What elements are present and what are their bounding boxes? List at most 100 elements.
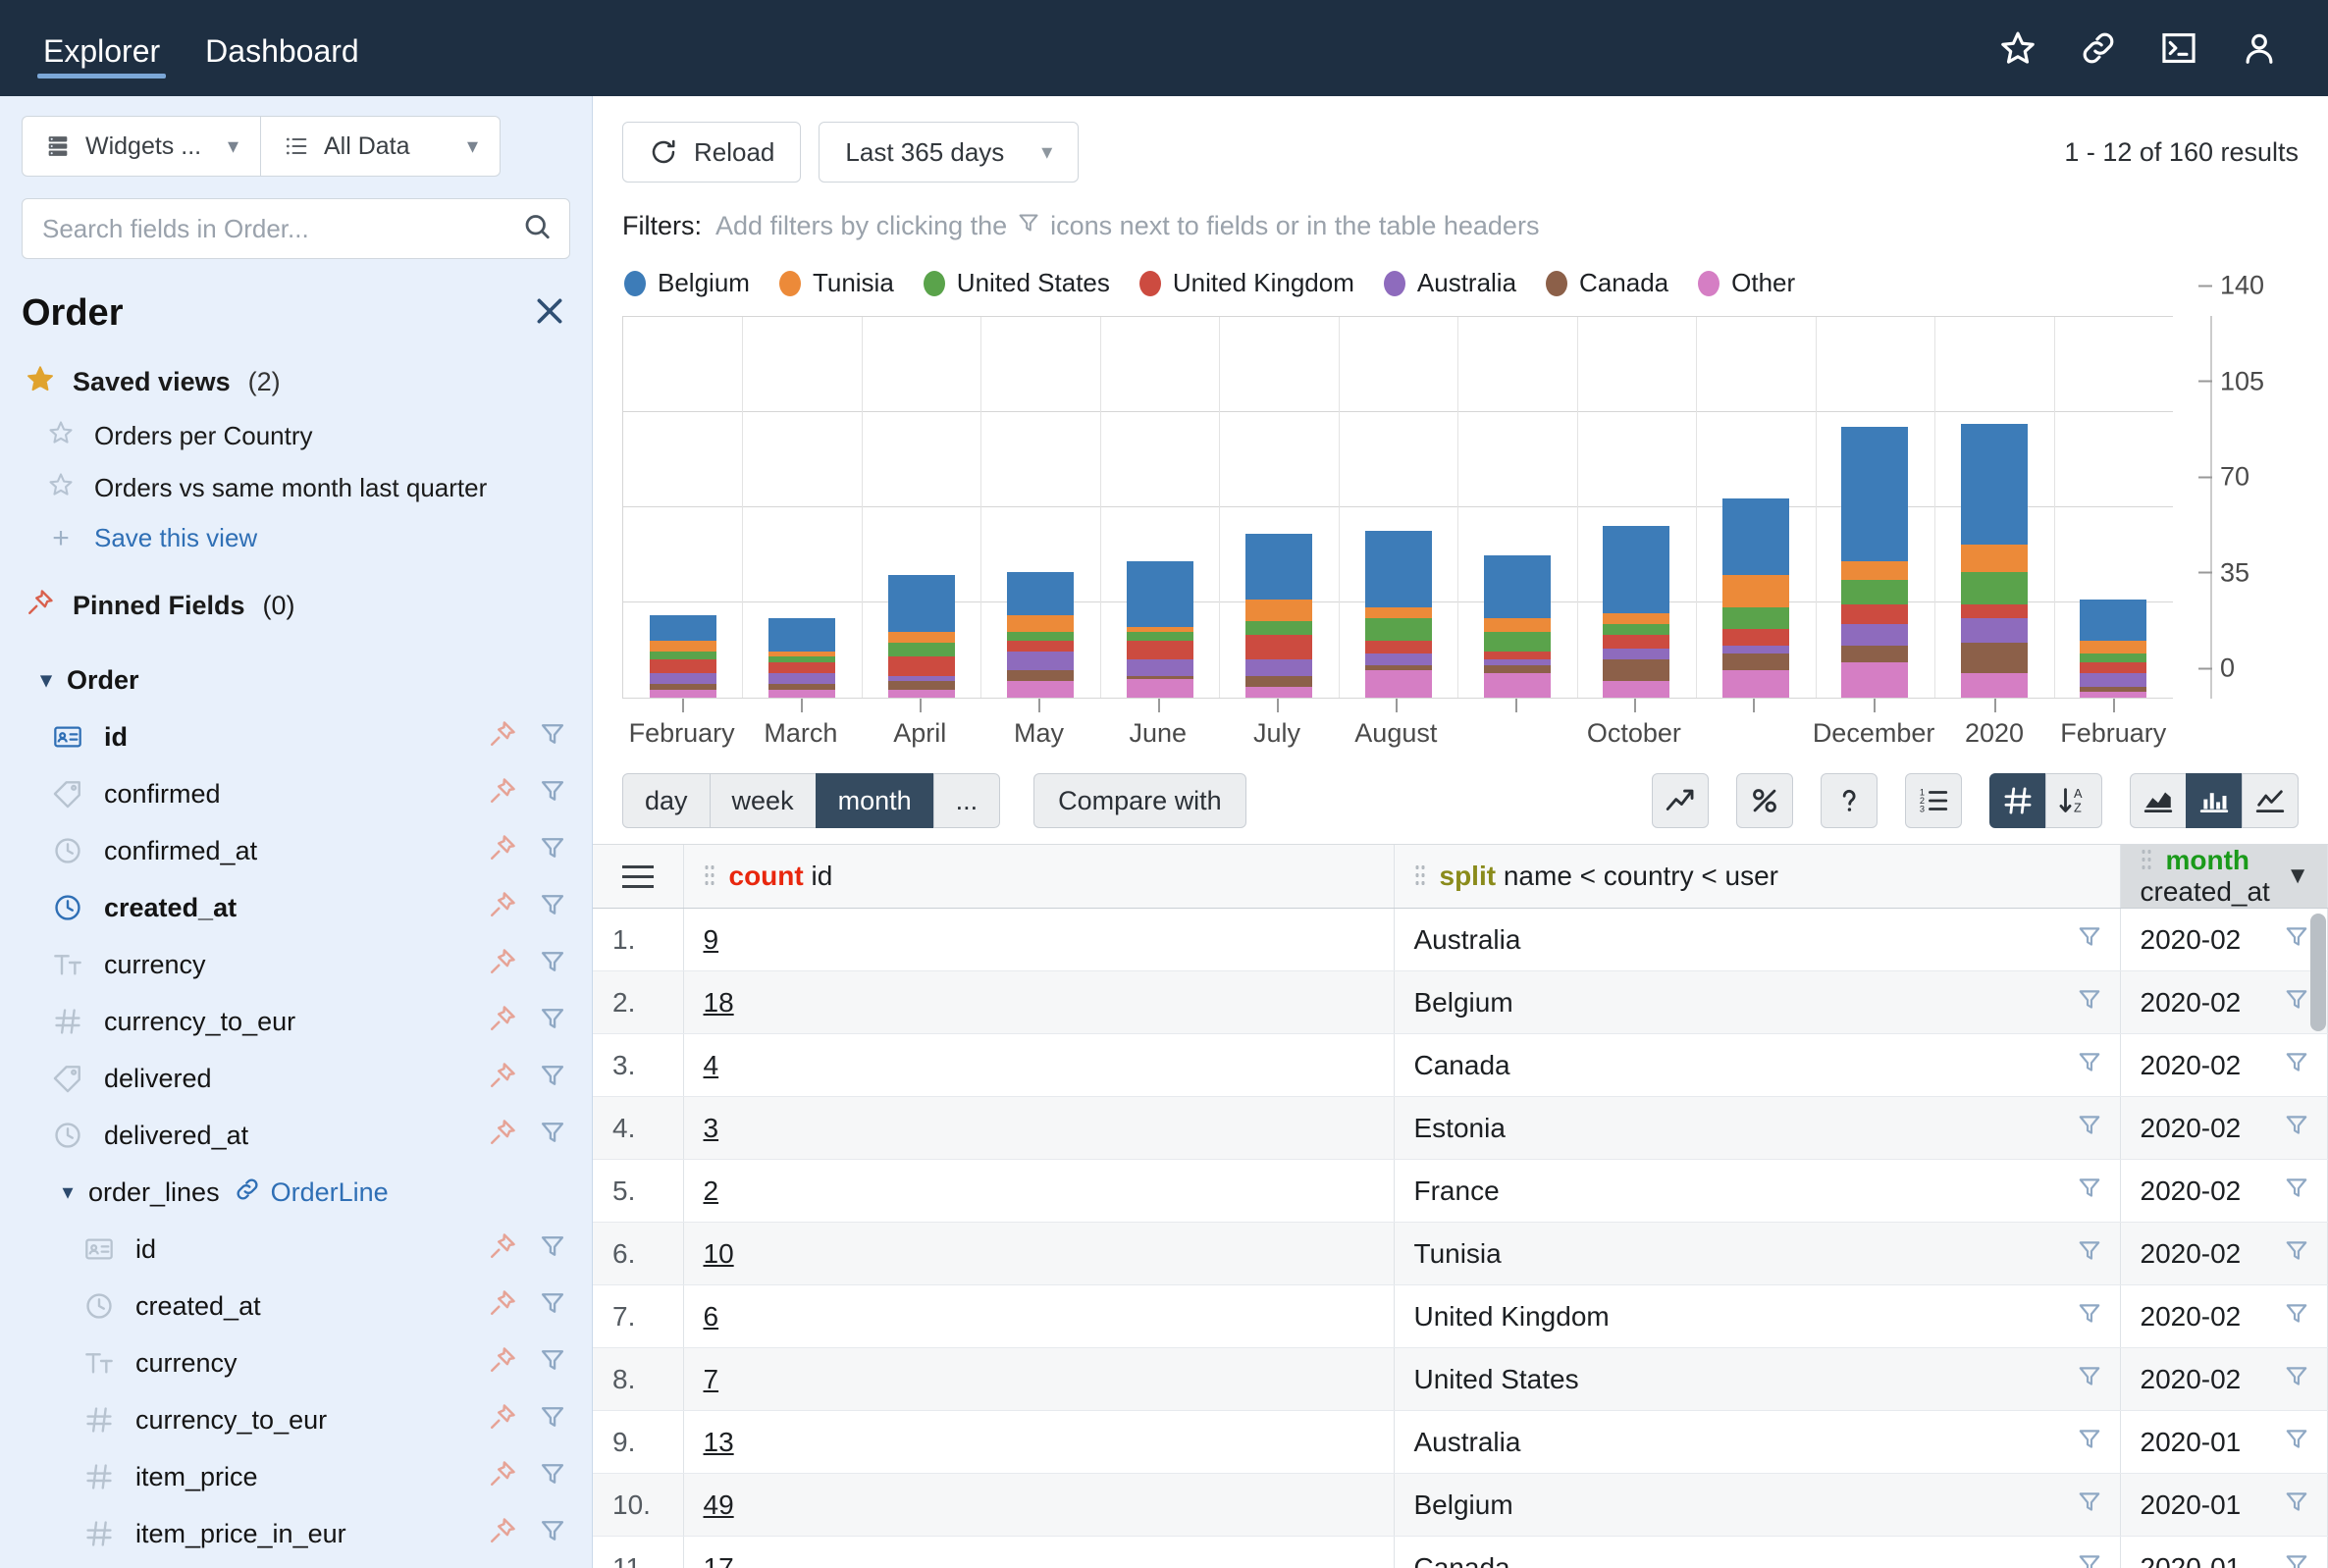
bar-slot[interactable] [1339, 317, 1457, 698]
bar-segment[interactable] [1007, 615, 1075, 633]
cell-count[interactable]: 17 [683, 1536, 1395, 1568]
table-row[interactable]: 2. 18 Belgium 2020-02 [593, 970, 2328, 1034]
bar-segment[interactable] [1484, 664, 1552, 673]
table-menu-header[interactable] [593, 845, 684, 909]
stacked-bar[interactable] [649, 615, 716, 698]
all-data-dropdown[interactable]: All Data ▾ [260, 116, 501, 177]
count-link[interactable]: 7 [704, 1364, 719, 1394]
field-row-currency[interactable]: currency [0, 936, 592, 993]
pinned-fields-header[interactable]: Pinned Fields (0) [0, 562, 592, 638]
saved-view-orders-vs-last-quarter[interactable]: Orders vs same month last quarter [0, 462, 592, 514]
field-row-currency[interactable]: currency [0, 1334, 592, 1391]
filter-funnel-icon[interactable] [539, 1004, 566, 1040]
filter-funnel-icon[interactable] [2077, 1362, 2102, 1396]
bar-segment[interactable] [1960, 545, 2028, 572]
chevron-down-icon[interactable]: ▾ [51, 1179, 84, 1205]
bar-segment[interactable] [1245, 533, 1313, 600]
bar-segment[interactable] [887, 681, 955, 690]
stacked-bar[interactable] [1245, 533, 1313, 698]
filter-funnel-icon[interactable] [2077, 1236, 2102, 1271]
cell-country[interactable]: Belgium [1394, 1473, 2121, 1537]
filter-funnel-icon[interactable] [2284, 1299, 2309, 1333]
bar-slot[interactable] [1577, 317, 1696, 698]
cell-count[interactable]: 3 [683, 1096, 1395, 1160]
bar-segment[interactable] [1960, 643, 2028, 673]
stacked-bar[interactable] [1007, 571, 1075, 698]
bar-segment[interactable] [1245, 675, 1313, 687]
count-link[interactable]: 10 [704, 1238, 734, 1269]
bar-segment[interactable] [1245, 599, 1313, 622]
filter-funnel-icon[interactable] [2284, 1174, 2309, 1208]
cell-country[interactable]: Tunisia [1394, 1222, 2121, 1285]
bar-segment[interactable] [1841, 604, 1909, 624]
bar-segment[interactable] [649, 615, 716, 641]
filter-funnel-icon[interactable] [2284, 1425, 2309, 1459]
table-row[interactable]: 8. 7 United States 2020-02 [593, 1347, 2328, 1411]
cell-count[interactable]: 13 [683, 1410, 1395, 1474]
bar-segment[interactable] [1245, 634, 1313, 660]
count-link[interactable]: 2 [704, 1176, 719, 1206]
cell-month[interactable]: 2020-02 [2120, 1284, 2328, 1348]
save-this-view-button[interactable]: + Save this view [0, 514, 592, 562]
stacked-bar[interactable] [1841, 427, 1909, 698]
bar-segment[interactable] [1126, 632, 1193, 641]
bar-segment[interactable] [1007, 640, 1075, 652]
bar-segment[interactable] [1841, 560, 1909, 581]
granularity-more[interactable]: ... [932, 773, 1001, 828]
filter-funnel-icon[interactable] [539, 1345, 566, 1382]
numbered-list-icon[interactable]: 123 [1905, 773, 1962, 828]
legend-item-other[interactable]: Other [1698, 268, 1795, 298]
bar-slot[interactable] [1457, 317, 1576, 698]
filter-funnel-icon[interactable] [2284, 1048, 2309, 1082]
pin-icon[interactable] [488, 1402, 517, 1438]
cell-country[interactable]: Canada [1394, 1033, 2121, 1097]
bar-chart-icon[interactable] [2186, 773, 2243, 828]
cell-country[interactable]: Australia [1394, 1410, 2121, 1474]
count-link[interactable]: 3 [704, 1113, 719, 1143]
cell-count[interactable]: 9 [683, 908, 1395, 971]
field-row-delivered[interactable]: delivered [0, 1050, 592, 1107]
cell-month[interactable]: 2020-02 [2120, 1159, 2328, 1223]
stacked-bar[interactable] [1484, 555, 1552, 698]
pin-icon[interactable] [488, 1118, 517, 1154]
filter-funnel-icon[interactable] [2077, 1488, 2102, 1522]
bar-segment[interactable] [2080, 661, 2147, 673]
filter-funnel-icon[interactable] [539, 1459, 566, 1495]
cell-country[interactable]: Australia [1394, 908, 2121, 971]
bar-slot[interactable] [1219, 317, 1338, 698]
field-row-delivered-at[interactable]: delivered_at [0, 1107, 592, 1164]
cell-country[interactable]: Canada [1394, 1536, 2121, 1568]
bar-segment[interactable] [1603, 623, 1670, 635]
bar-segment[interactable] [768, 689, 836, 698]
cell-country[interactable]: Belgium [1394, 970, 2121, 1034]
bar-segment[interactable] [1603, 525, 1670, 613]
filter-funnel-icon[interactable] [2077, 1174, 2102, 1208]
pin-icon[interactable] [488, 1061, 517, 1097]
bar-segment[interactable] [2080, 672, 2147, 687]
bar-segment[interactable] [1841, 427, 1909, 561]
pin-icon[interactable] [488, 833, 517, 869]
legend-item-tunisia[interactable]: Tunisia [778, 268, 894, 298]
count-link[interactable]: 6 [704, 1301, 719, 1332]
bar-segment[interactable] [1364, 618, 1432, 641]
bar-segment[interactable] [1960, 424, 2028, 546]
count-link[interactable]: 13 [704, 1427, 734, 1457]
bar-segment[interactable] [768, 618, 836, 652]
bar-segment[interactable] [1484, 618, 1552, 633]
filter-funnel-icon[interactable] [539, 776, 566, 812]
legend-item-australia[interactable]: Australia [1383, 268, 1516, 298]
bar-segment[interactable] [1007, 670, 1075, 682]
stacked-bar[interactable] [1603, 525, 1670, 698]
granularity-month[interactable]: month [815, 773, 934, 828]
field-row-item-price-in-eur[interactable]: item_price_in_eur [0, 1505, 592, 1562]
table-row[interactable]: 9. 13 Australia 2020-01 [593, 1410, 2328, 1474]
granularity-week[interactable]: week [709, 773, 817, 828]
filter-funnel-icon[interactable] [2077, 1425, 2102, 1459]
stacked-bar[interactable] [768, 618, 836, 698]
legend-item-united-states[interactable]: United States [923, 268, 1110, 298]
bar-segment[interactable] [1603, 648, 1670, 660]
filter-funnel-icon[interactable] [2284, 1362, 2309, 1396]
field-row-created-at[interactable]: created_at [0, 1278, 592, 1334]
bar-segment[interactable] [887, 689, 955, 698]
bar-segment[interactable] [1960, 618, 2028, 644]
